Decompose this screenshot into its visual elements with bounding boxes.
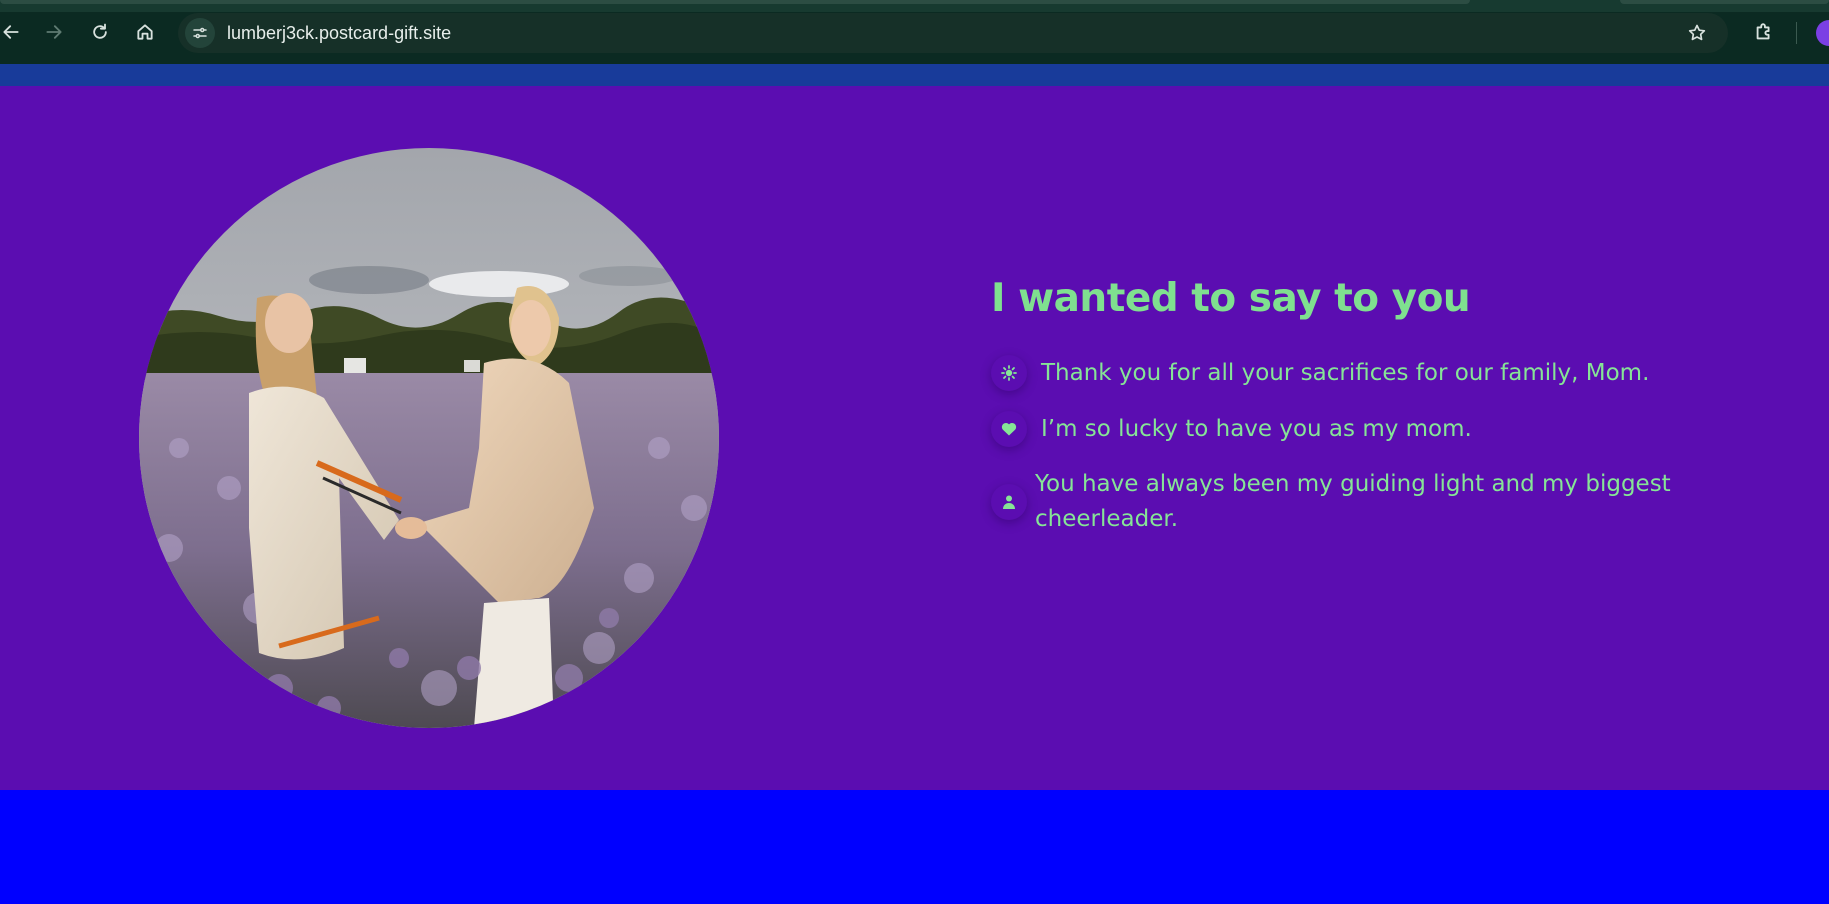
profile-avatar[interactable] <box>1816 20 1829 46</box>
home-icon <box>137 24 153 40</box>
wish-item: You have always been my guiding light an… <box>991 467 1711 537</box>
arrow-right-icon <box>46 25 62 39</box>
tune-icon <box>193 27 207 39</box>
wish-item: Thank you for all your sacrifices for ou… <box>991 355 1711 391</box>
extensions-button[interactable] <box>1749 17 1779 47</box>
active-tab-edge[interactable] <box>0 0 1470 4</box>
person-icon <box>991 484 1027 520</box>
bottom-color-band <box>0 790 1829 904</box>
url-text[interactable]: lumberj3ck.postcard-gift.site <box>227 23 451 44</box>
sun-icon <box>991 355 1027 391</box>
tab-strip <box>0 0 1829 12</box>
mother-daughter-photo <box>139 148 719 728</box>
address-bar[interactable]: lumberj3ck.postcard-gift.site <box>178 13 1728 53</box>
forward-button[interactable] <box>39 17 69 47</box>
star-icon <box>1688 24 1706 41</box>
top-color-band <box>0 64 1829 86</box>
inactive-tab-edge[interactable] <box>1620 0 1829 4</box>
message-block: I wanted to say to you Thank you for all… <box>991 276 1711 537</box>
reload-button[interactable] <box>85 17 115 47</box>
bookmark-button[interactable] <box>1684 20 1710 46</box>
reload-icon <box>93 23 107 39</box>
wish-text: Thank you for all your sacrifices for ou… <box>1041 359 1650 386</box>
postcard-section: I wanted to say to you Thank you for all… <box>0 86 1829 790</box>
wish-list: Thank you for all your sacrifices for ou… <box>991 355 1711 537</box>
home-button[interactable] <box>130 17 160 47</box>
browser-toolbar: lumberj3ck.postcard-gift.site <box>0 0 1829 64</box>
back-button[interactable] <box>0 17 26 47</box>
toolbar-divider <box>1796 22 1797 44</box>
message-heading: I wanted to say to you <box>991 276 1471 321</box>
site-info-button[interactable] <box>185 18 215 48</box>
wish-item: I’m so lucky to have you as my mom. <box>991 411 1711 447</box>
arrow-left-icon <box>3 25 19 39</box>
puzzle-icon <box>1756 23 1770 40</box>
heart-icon <box>991 411 1027 447</box>
photo-illustration <box>139 148 719 728</box>
wish-text: I’m so lucky to have you as my mom. <box>1041 415 1472 442</box>
wish-text: You have always been my guiding light an… <box>1035 471 1671 532</box>
